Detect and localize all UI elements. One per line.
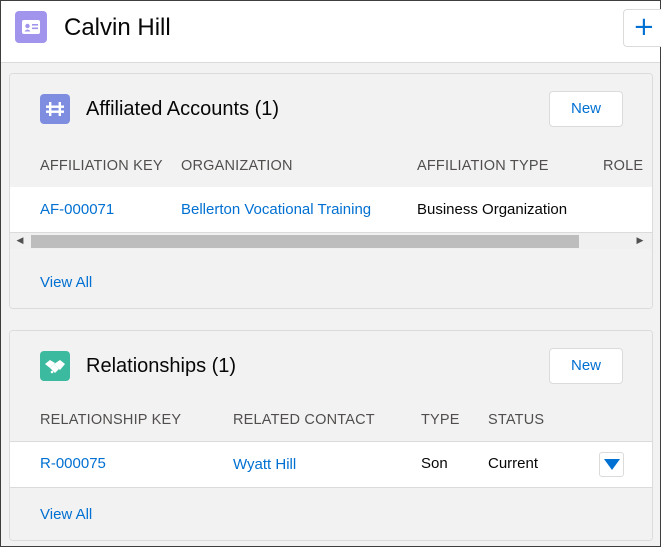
column-header-status[interactable]: STATUS <box>488 410 544 430</box>
row-actions-dropdown[interactable] <box>599 452 624 477</box>
chevron-down-icon <box>604 459 620 470</box>
column-header-role[interactable]: ROLE <box>603 156 643 176</box>
affiliation-key-link[interactable]: AF-000071 <box>40 200 114 220</box>
card-footer: View All <box>10 487 652 540</box>
column-header-affiliation-key[interactable]: AFFILIATION KEY <box>40 156 163 176</box>
affiliated-accounts-card: Affiliated Accounts (1) New AFFILIATION … <box>9 73 653 309</box>
column-header-affiliation-type[interactable]: AFFILIATION TYPE <box>417 156 549 176</box>
table-header: RELATIONSHIP KEY RELATED CONTACT TYPE ST… <box>10 397 652 442</box>
view-all-relationships-link[interactable]: View All <box>40 505 92 525</box>
relationship-type-value: Son <box>421 455 448 472</box>
new-affiliation-button[interactable]: New <box>549 91 623 127</box>
table-header: AFFILIATION KEY ORGANIZATION AFFILIATION… <box>10 140 652 192</box>
table-row: R-000075 Wyatt Hill Son Current <box>10 442 652 488</box>
record-header: Calvin Hill + <box>1 1 661 63</box>
column-header-organization[interactable]: ORGANIZATION <box>181 156 293 176</box>
horizontal-scrollbar[interactable]: ◀ ▶ <box>10 233 652 249</box>
contact-card-icon <box>15 11 47 43</box>
column-header-type[interactable]: TYPE <box>421 410 460 430</box>
affiliation-type-value: Business Organization <box>417 201 568 218</box>
card-title: Relationships (1) <box>86 355 237 377</box>
add-button[interactable]: + <box>623 9 661 47</box>
page-title: Calvin Hill <box>64 14 171 41</box>
column-header-related-contact[interactable]: RELATED CONTACT <box>233 410 375 430</box>
scroll-right-icon[interactable]: ▶ <box>632 233 648 249</box>
relationship-status-value: Current <box>488 455 539 472</box>
affiliation-icon <box>40 94 70 124</box>
scroll-left-icon[interactable]: ◀ <box>12 233 28 249</box>
organization-link[interactable]: Bellerton Vocational Training <box>181 200 371 220</box>
card-header: Relationships (1) New <box>10 331 652 397</box>
column-header-relationship-key[interactable]: RELATIONSHIP KEY <box>40 410 181 430</box>
card-header: Affiliated Accounts (1) New <box>10 74 652 140</box>
related-contact-link[interactable]: Wyatt Hill <box>233 455 296 475</box>
view-all-affiliations-link[interactable]: View All <box>40 273 92 293</box>
handshake-icon <box>40 351 70 381</box>
new-relationship-button[interactable]: New <box>549 348 623 384</box>
relationship-key-link[interactable]: R-000075 <box>40 454 106 474</box>
relationships-card: Relationships (1) New RELATIONSHIP KEY R… <box>9 330 653 541</box>
table-row: AF-000071 Bellerton Vocational Training … <box>10 187 652 233</box>
card-title: Affiliated Accounts (1) <box>86 98 280 120</box>
card-footer: ◀ ▶ View All <box>10 232 652 308</box>
scroll-thumb[interactable] <box>31 235 579 248</box>
